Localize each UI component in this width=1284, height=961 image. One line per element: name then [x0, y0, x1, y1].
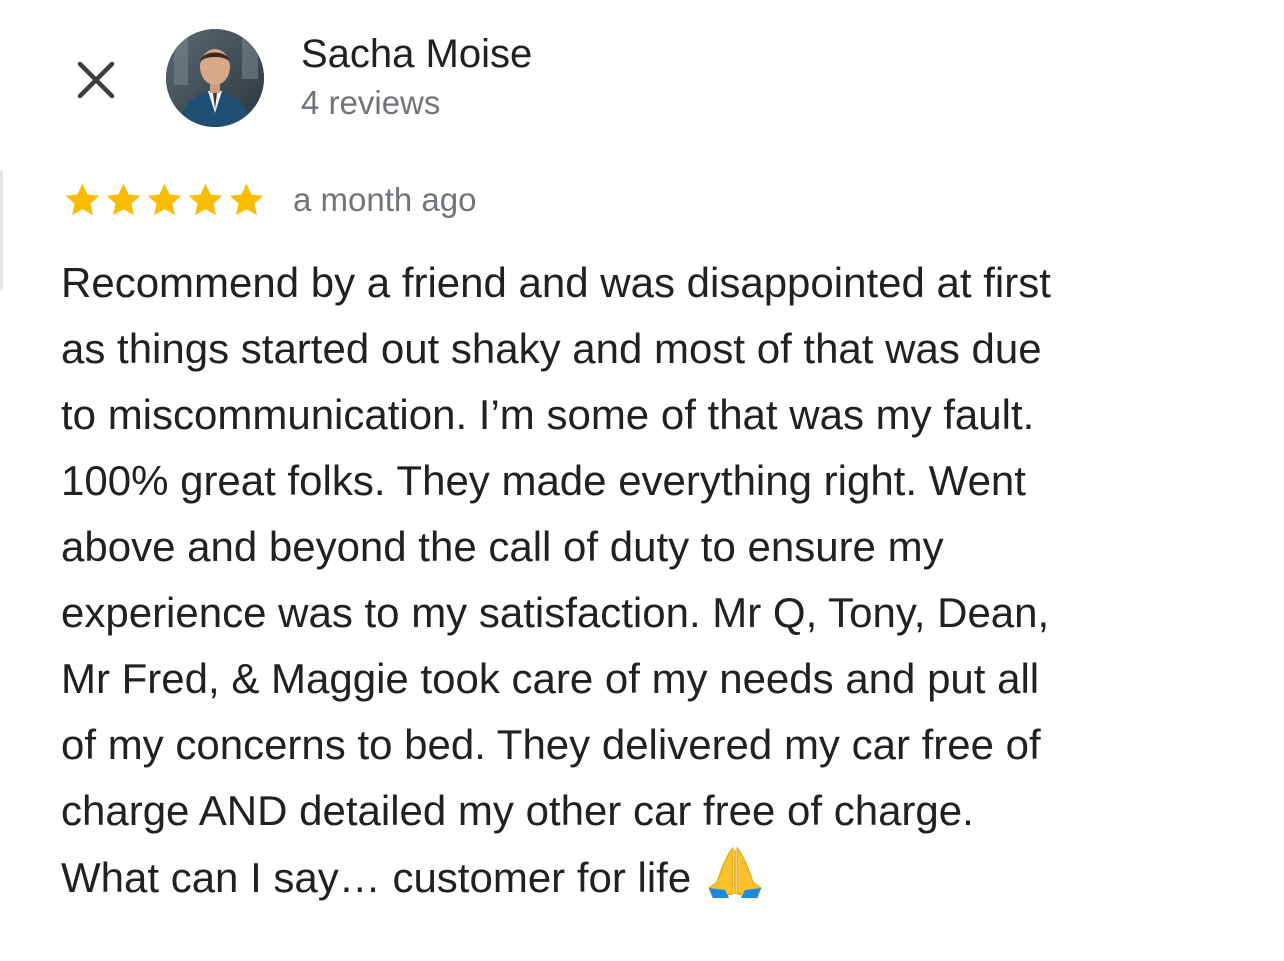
rating-row: a month ago [62, 176, 476, 224]
close-button[interactable] [64, 48, 128, 112]
star-icon [147, 183, 182, 215]
review-text-line: as things started out shaky and most of … [61, 325, 1042, 372]
review-text-line: Recommend by a friend and was disappoint… [61, 259, 1051, 306]
avatar[interactable] [166, 29, 264, 127]
review-count: 4 reviews [301, 84, 441, 121]
review-text-line: of my concerns to bed. They delivered my… [61, 721, 1041, 768]
review-text: Recommend by a friend and was disappoint… [61, 250, 1261, 911]
star-icon [106, 183, 141, 215]
folded-hands-icon [708, 846, 762, 899]
star-icon [229, 183, 264, 215]
close-icon [77, 61, 115, 99]
star-icon [65, 183, 100, 215]
left-edge-divider [0, 170, 3, 290]
reviewer-name[interactable]: Sacha Moise [301, 30, 532, 78]
star-rating [62, 180, 267, 221]
review-text-line: 100% great folks. They made everything r… [61, 457, 1026, 504]
review-timestamp: a month ago [293, 181, 477, 218]
review-text-line: charge AND detailed my other car free of… [61, 787, 974, 834]
star-icon [188, 183, 223, 215]
review-text-line: experience was to my satisfaction. Mr Q,… [61, 589, 1050, 636]
review-text-line: to miscommunication. I’m some of that wa… [61, 391, 1035, 438]
review-text-line: What can I say… customer for life [61, 844, 1261, 911]
review-text-line: Mr Fred, & Maggie took care of my needs … [61, 655, 1040, 702]
reviewer-avatar-image [166, 29, 264, 127]
review-text-line: above and beyond the call of duty to ens… [61, 523, 944, 570]
